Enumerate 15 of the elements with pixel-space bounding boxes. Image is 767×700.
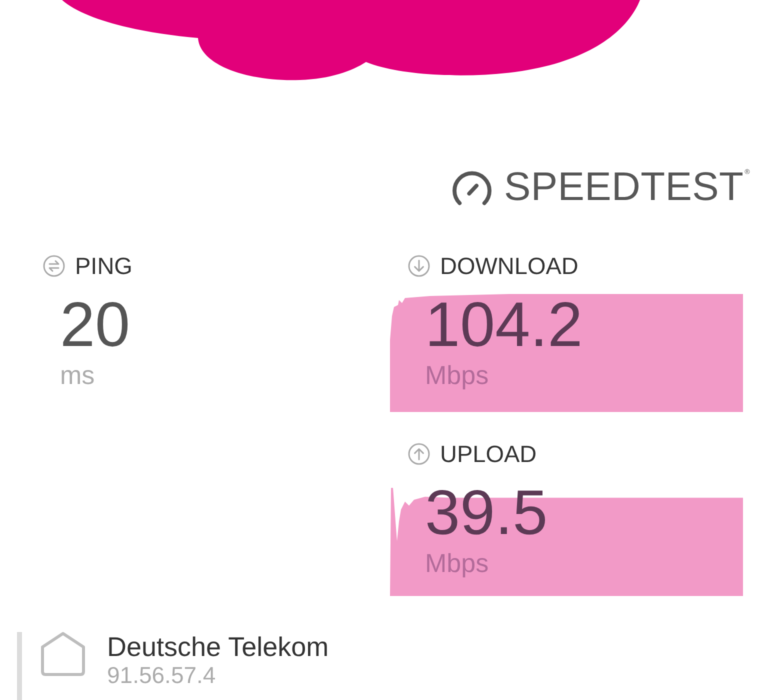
metric-unit: Mbps [425,548,489,578]
ip-address: 91.56.57.4 [107,662,216,688]
swap-arrows-icon [43,254,65,276]
metric-value: 39.5 [425,482,548,545]
house-icon [40,631,86,677]
metric-label: UPLOAD [440,440,537,468]
logo-wordmark: SPEEDTEST$^{®}$ [504,167,750,207]
metric-label: PING [75,252,132,280]
metric-unit: ms [60,360,95,390]
metric-label: DOWNLOAD [440,252,578,280]
metric-unit: Mbps [425,360,489,390]
provider-name: Deutsche Telekom [107,632,329,662]
metric-value: 20 [60,294,130,356]
metric-value: 104.2 [425,294,583,356]
gauge-icon [452,170,492,206]
